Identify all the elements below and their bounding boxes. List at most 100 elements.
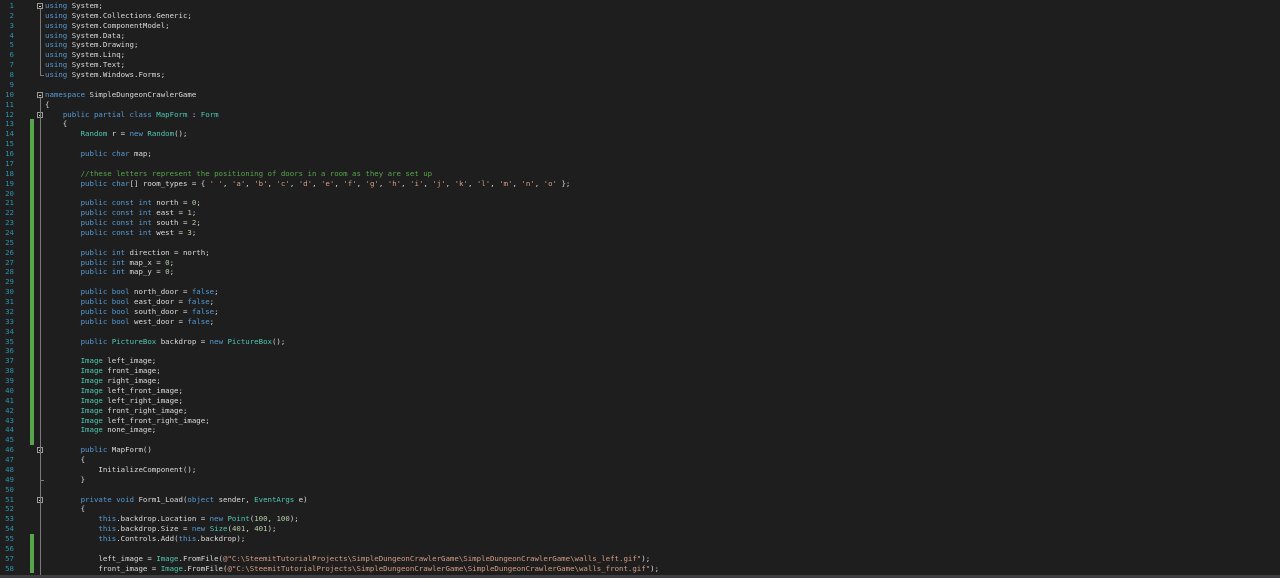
code-editor[interactable]: 1 using System; 2 using System.Collections.… bbox=[0, 0, 1280, 578]
code-line[interactable]: 12 public partial class MapForm : Form bbox=[0, 110, 1280, 120]
code-line[interactable]: 14 Random r = new Random(); bbox=[0, 129, 1280, 139]
code-line[interactable]: 54 this.backdrop.Size = new Size(401, 40… bbox=[0, 524, 1280, 534]
code-line[interactable]: 51 private void Form1_Load(object sender… bbox=[0, 495, 1280, 505]
code-token: , bbox=[534, 178, 544, 188]
code-line[interactable]: 47 { bbox=[0, 455, 1280, 465]
code-line[interactable]: 32 public bool south_door = false; bbox=[0, 307, 1280, 317]
line-number: 3 bbox=[9, 20, 14, 30]
code-token: , bbox=[401, 178, 411, 188]
code-line[interactable]: 50 bbox=[0, 485, 1280, 495]
code-line[interactable]: 48 InitializeComponent(); bbox=[0, 465, 1280, 475]
code-token: ; bbox=[191, 228, 197, 237]
code-line[interactable]: 13 { bbox=[0, 119, 1280, 129]
code-line[interactable]: 1 using System; bbox=[0, 1, 1280, 11]
code-line[interactable]: 45 bbox=[0, 435, 1280, 445]
code-line[interactable]: 27 public int map_x = 0; bbox=[0, 258, 1280, 268]
code-line[interactable]: 43 Image left_front_right_image; bbox=[0, 416, 1280, 426]
line-number: 44 bbox=[5, 425, 14, 435]
line-number: 16 bbox=[5, 149, 14, 159]
code-line[interactable]: 42 Image front_right_image; bbox=[0, 406, 1280, 416]
code-area[interactable]: 1 using System; 2 using System.Collections.… bbox=[0, 0, 1280, 578]
code-line[interactable]: 53 this.backdrop.Location = new Point(10… bbox=[0, 514, 1280, 524]
code-token: 'o' bbox=[543, 178, 557, 188]
code-token: false bbox=[187, 297, 210, 307]
code-line[interactable]: 22 public const int east = 1; bbox=[0, 208, 1280, 218]
code-line[interactable]: 58 front_image = Image.FromFile(@"C:\Ste… bbox=[0, 564, 1280, 574]
line-number: 31 bbox=[5, 297, 14, 307]
line-number: 58 bbox=[5, 563, 14, 573]
code-token: map; bbox=[129, 149, 152, 159]
code-line[interactable]: 17 bbox=[0, 159, 1280, 169]
code-line[interactable]: 23 public const int south = 2; bbox=[0, 218, 1280, 228]
code-token: MapForm() bbox=[107, 445, 152, 455]
code-line[interactable]: 3 using System.ComponentModel; bbox=[0, 21, 1280, 31]
line-number: 27 bbox=[5, 257, 14, 267]
code-line[interactable]: 20 bbox=[0, 189, 1280, 199]
code-token: PictureBox bbox=[227, 336, 272, 346]
code-line[interactable]: 28 public int map_y = 0; bbox=[0, 267, 1280, 277]
code-token: ; bbox=[169, 267, 175, 277]
line-number: 17 bbox=[5, 158, 14, 168]
code-text: using System.Windows.Forms; bbox=[45, 70, 165, 80]
code-text: front_image = Image.FromFile(@"C:\Steemi… bbox=[45, 564, 659, 574]
code-token: Point bbox=[227, 514, 250, 524]
line-number: 32 bbox=[5, 306, 14, 316]
code-line[interactable]: 36 bbox=[0, 346, 1280, 356]
code-line[interactable]: 26 public int direction = north; bbox=[0, 248, 1280, 258]
code-token: public int bbox=[80, 257, 126, 267]
code-line[interactable]: 31 public bool east_door = false; bbox=[0, 297, 1280, 307]
code-line[interactable]: 15 bbox=[0, 139, 1280, 149]
code-token: using bbox=[45, 50, 68, 60]
code-line[interactable]: 11 { bbox=[0, 100, 1280, 110]
code-line[interactable]: 49 } bbox=[0, 475, 1280, 485]
line-number: 6 bbox=[9, 50, 14, 60]
code-line[interactable]: 39 Image right_image; bbox=[0, 376, 1280, 386]
code-line[interactable]: 29 bbox=[0, 277, 1280, 287]
code-line[interactable]: 8 using System.Windows.Forms; bbox=[0, 70, 1280, 80]
code-line[interactable]: 16 public char map; bbox=[0, 149, 1280, 159]
code-line[interactable]: 52 { bbox=[0, 504, 1280, 514]
code-line[interactable]: 9 bbox=[0, 80, 1280, 90]
code-line[interactable]: 18 //these letters represent the positio… bbox=[0, 169, 1280, 179]
code-token: , bbox=[490, 178, 500, 188]
code-line[interactable]: 57 left_image = Image.FromFile(@"C:\Stee… bbox=[0, 554, 1280, 564]
code-token: .FromFile( bbox=[182, 563, 228, 573]
code-line[interactable]: 38 Image front_image; bbox=[0, 366, 1280, 376]
code-line[interactable]: 2 using System.Collections.Generic; bbox=[0, 11, 1280, 21]
code-line[interactable]: 44 Image none_image; bbox=[0, 425, 1280, 435]
code-token: PictureBox bbox=[111, 336, 157, 346]
code-line[interactable]: 4 using System.Data; bbox=[0, 31, 1280, 41]
code-line[interactable]: 6 using System.Linq; bbox=[0, 50, 1280, 60]
code-line[interactable]: 55 this.Controls.Add(this.backdrop); bbox=[0, 534, 1280, 544]
code-token: Image bbox=[80, 385, 103, 395]
code-line[interactable]: 21 public const int north = 0; bbox=[0, 198, 1280, 208]
code-line[interactable]: 5 using System.Drawing; bbox=[0, 40, 1280, 50]
code-text: public const int east = 1; bbox=[45, 208, 197, 218]
code-line[interactable]: 24 public const int west = 3; bbox=[0, 228, 1280, 238]
code-text: using System.Data; bbox=[45, 31, 125, 41]
code-line[interactable]: 25 bbox=[0, 238, 1280, 248]
code-token: , bbox=[245, 178, 255, 188]
code-line[interactable]: 35 public PictureBox backdrop = new Pict… bbox=[0, 337, 1280, 347]
code-token: 'b' bbox=[254, 178, 268, 188]
code-token: public int bbox=[80, 267, 126, 277]
code-line[interactable]: 19 public char[] room_types = { ' ', 'a'… bbox=[0, 179, 1280, 189]
code-line[interactable]: 30 public bool north_door = false; bbox=[0, 287, 1280, 297]
code-line[interactable]: 41 Image left_right_image; bbox=[0, 396, 1280, 406]
code-token: Image bbox=[160, 563, 183, 573]
code-line[interactable]: 7 using System.Text; bbox=[0, 60, 1280, 70]
code-line[interactable]: 46 public MapForm() bbox=[0, 445, 1280, 455]
code-line[interactable]: 40 Image left_front_image; bbox=[0, 386, 1280, 396]
code-line[interactable]: 37 Image left_image; bbox=[0, 356, 1280, 366]
code-line[interactable]: 33 public bool west_door = false; bbox=[0, 317, 1280, 327]
code-line[interactable]: 10 namespace SimpleDungeonCrawlerGame bbox=[0, 90, 1280, 100]
code-line[interactable]: 56 bbox=[0, 544, 1280, 554]
code-token: : bbox=[187, 109, 201, 119]
code-line[interactable]: 34 bbox=[0, 327, 1280, 337]
line-number: 7 bbox=[9, 60, 14, 70]
code-text: public int map_x = 0; bbox=[45, 258, 174, 268]
code-token: using bbox=[45, 10, 68, 20]
